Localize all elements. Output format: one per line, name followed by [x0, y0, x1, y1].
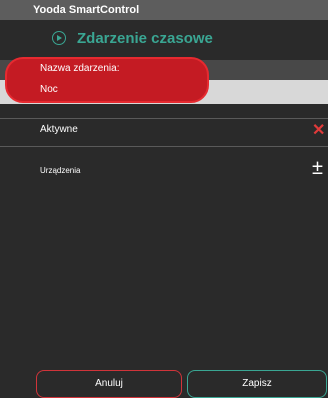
cancel-button[interactable]: Anuluj	[36, 370, 182, 398]
divider	[0, 146, 328, 147]
close-icon[interactable]: ✕	[312, 123, 325, 139]
event-name-label: Nazwa zdarzenia:	[40, 63, 120, 74]
play-circle-icon	[52, 31, 66, 45]
page-header: Zdarzenie czasowe	[0, 20, 328, 58]
plus-minus-icon[interactable]: ±	[312, 158, 323, 178]
page-title: Zdarzenie czasowe	[77, 30, 213, 47]
devices-label: Urządzenia	[40, 166, 81, 175]
save-button[interactable]: Zapisz	[187, 370, 327, 398]
window-title: Yooda SmartControl	[0, 0, 328, 20]
active-label: Aktywne	[40, 124, 78, 135]
divider	[0, 118, 328, 119]
event-name-input[interactable]: Noc	[40, 84, 58, 95]
